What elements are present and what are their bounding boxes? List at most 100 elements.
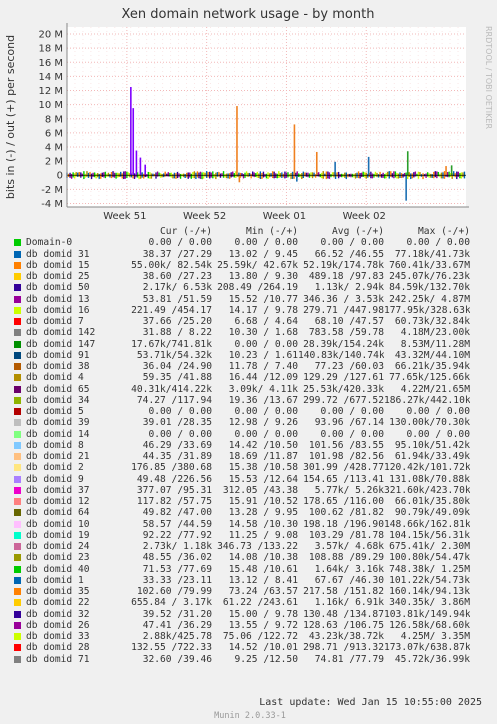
y-tick-label: 8 M [45,114,63,125]
legend-row: db domid 12 117.82 /57.75 15.91 /10.52 178.… [14,496,494,507]
legend-avg: 43.23k/38.72k [308,631,384,642]
legend-name: db domid 38 [26,361,90,372]
legend-avg: 489.18 /97.83 [308,271,384,282]
y-tick-label: 10 M [38,100,63,111]
legend-max: 8.53M/11.28M [400,338,470,350]
legend-cur: 40.31k/414.22k [131,383,212,395]
legend-avg: 103.29 /81.78 [308,529,384,541]
legend-row: db domid 21 44.35 /31.89 18.69 /11.87 101.9… [14,451,494,462]
legend-min: 11.78 / 7.40 [228,361,298,372]
legend-max: 4.22M/21.65M [400,383,470,395]
legend-swatch [14,261,21,269]
legend-name: db domid 40 [26,563,90,575]
legend-max: 131.08k/70.88k [389,473,470,485]
legend: Cur (-/+) Min (-/+) Avg (-/+) Max (-/+) … [14,226,494,665]
legend-max: 104.15k/56.31k [389,529,470,541]
legend-swatch [14,599,21,607]
legend-max: 84.59k/132.70k [389,282,470,294]
legend-max: 160.14k/94.13k [389,586,470,597]
legend-min: 10.30 / 1.68 [228,327,298,339]
legend-swatch [14,408,21,416]
legend-min: 208.49 /264.19 [217,282,298,294]
legend-min: 0.00 / 0.00 [234,428,298,440]
legend-row: db domid 16 221.49 /454.17 14.17 / 9.78 279… [14,305,494,316]
legend-row: db domid 26 47.41 /36.29 13.55 / 9.72 128.6… [14,620,494,631]
legend-min: 14.58 /10.30 [228,518,298,530]
legend-min: 13.12 / 8.41 [228,574,298,586]
legend-min: 15.52 /10.77 [228,293,298,305]
legend-min: 0.00 / 0.00 [234,237,298,249]
y-tick-label: 2 M [45,157,63,168]
legend-cur: 71.53 /77.69 [142,563,212,575]
legend-swatch [14,498,21,506]
legend-row: db domid 23 48.55 /36.02 14.08 /10.38 108.8… [14,552,494,563]
legend-min: 13.80 / 9.30 [228,271,298,282]
legend-row: db domid 39 39.01 /28.35 12.98 / 9.26 93.96… [14,417,494,428]
legend-row: db domid 15 55.00k/ 82.54k 25.59k/ 42.67k 5… [14,260,494,271]
legend-cur: 37.66 /25.20 [142,316,212,327]
last-update: Last update: Wed Jan 15 10:55:00 2025 [259,697,482,708]
legend-avg: 74.81 /77.79 [314,653,384,665]
legend-name: db domid 2 [26,462,84,474]
legend-min: 346.73 /133.22 [217,541,298,552]
legend-avg: 130.48 /134.87 [303,608,384,620]
legend-avg: 298.71 /913.32 [303,642,384,654]
legend-row: db domid 24 2.73k/ 1.18k 346.73 /133.22 3.5… [14,541,494,552]
legend-name: Domain-0 [26,237,73,249]
legend-cur: 58.57 /44.59 [142,518,212,530]
legend-row: db domid 65 40.31k/414.22k 3.09k/ 4.11k 25.… [14,384,494,395]
legend-name: db domid 31 [26,248,90,260]
legend-min: 25.59k/ 42.67k [217,259,298,271]
legend-cur: 38.60 /27.23 [142,271,212,282]
legend-avg: 140.83k/140.74k [298,349,384,361]
legend-name: db domid 25 [26,271,90,282]
legend-row: db domid 33 2.88k/425.78 75.06 /122.72 43.2… [14,631,494,642]
legend-row: db domid 91 53.71k/54.32k 10.23 / 1.61 140.… [14,350,494,361]
legend-swatch [14,655,21,663]
legend-max: 321.60k/423.70k [384,484,470,496]
legend-avg: 101.56 /83.55 [308,439,384,451]
legend-avg: 108.88 /89.29 [308,552,384,564]
legend-row: db domid 147 17.67k/741.81k 0.00 / 0.00 28.… [14,339,494,350]
legend-max: 748.38k/ 1.25M [389,563,470,575]
legend-avg: 66.52 /46.55 [314,248,384,260]
legend-max: 245.07k/76.23k [389,271,470,282]
legend-min: 0.00 / 0.00 [234,406,298,417]
legend-row: db domid 25 38.60 /27.23 13.80 / 9.30 489.1… [14,271,494,282]
legend-swatch [14,543,21,551]
legend-name: db domid 37 [26,484,90,496]
legend-row: db domid 7 37.66 /25.20 6.68 / 4.64 68.10 /… [14,316,494,327]
legend-cur: 53.71k/54.32k [136,349,212,361]
legend-min: 13.28 / 9.95 [228,507,298,519]
y-tick-label: 14 M [38,72,63,83]
legend-avg: 3.57k/ 4.68k [314,541,384,552]
legend-row: db domid 71 32.60 /39.46 9.25 /12.50 74.81 … [14,654,494,665]
legend-name: db domid 39 [26,417,90,429]
legend-swatch [14,610,21,618]
legend-max: 130.00k/70.30k [389,417,470,429]
rrdtool-credit: RRDTOOL / TOBI OETIKER [484,26,493,129]
legend-min: 0.00 / 0.00 [234,338,298,350]
legend-cur: 39.01 /28.35 [142,417,212,429]
legend-swatch [14,588,21,596]
legend-swatch [14,396,21,404]
legend-max: 675.41k/ 2.30M [389,541,470,552]
legend-name: db domid 5 [26,406,84,417]
legend-min: 14.17 / 9.78 [228,304,298,316]
legend-max: 103.81k/149.94k [384,608,470,620]
legend-cur: 47.41 /36.29 [142,619,212,631]
chart-title: Xen domain network usage - by month [122,7,375,22]
legend-header-max: Max (-/+) [418,226,470,237]
legend-avg: 1.16k/ 6.91k [314,597,384,609]
legend-row: db domid 31 38.37 /27.29 13.02 / 9.45 66.52… [14,249,494,260]
legend-avg: 0.00 / 0.00 [320,428,384,440]
y-tick-label: -2 M [41,185,63,196]
legend-swatch [14,464,21,472]
legend-avg: 68.10 /47.57 [314,316,384,327]
legend-avg: 1.64k/ 3.16k [314,563,384,575]
y-tick-label: -4 M [41,199,63,210]
legend-avg: 1.13k/ 2.94k [314,282,384,294]
legend-row: db domid 2 176.85 /380.68 15.38 /10.58 301.… [14,462,494,473]
legend-name: db domid 8 [26,439,84,451]
legend-swatch [14,340,21,348]
